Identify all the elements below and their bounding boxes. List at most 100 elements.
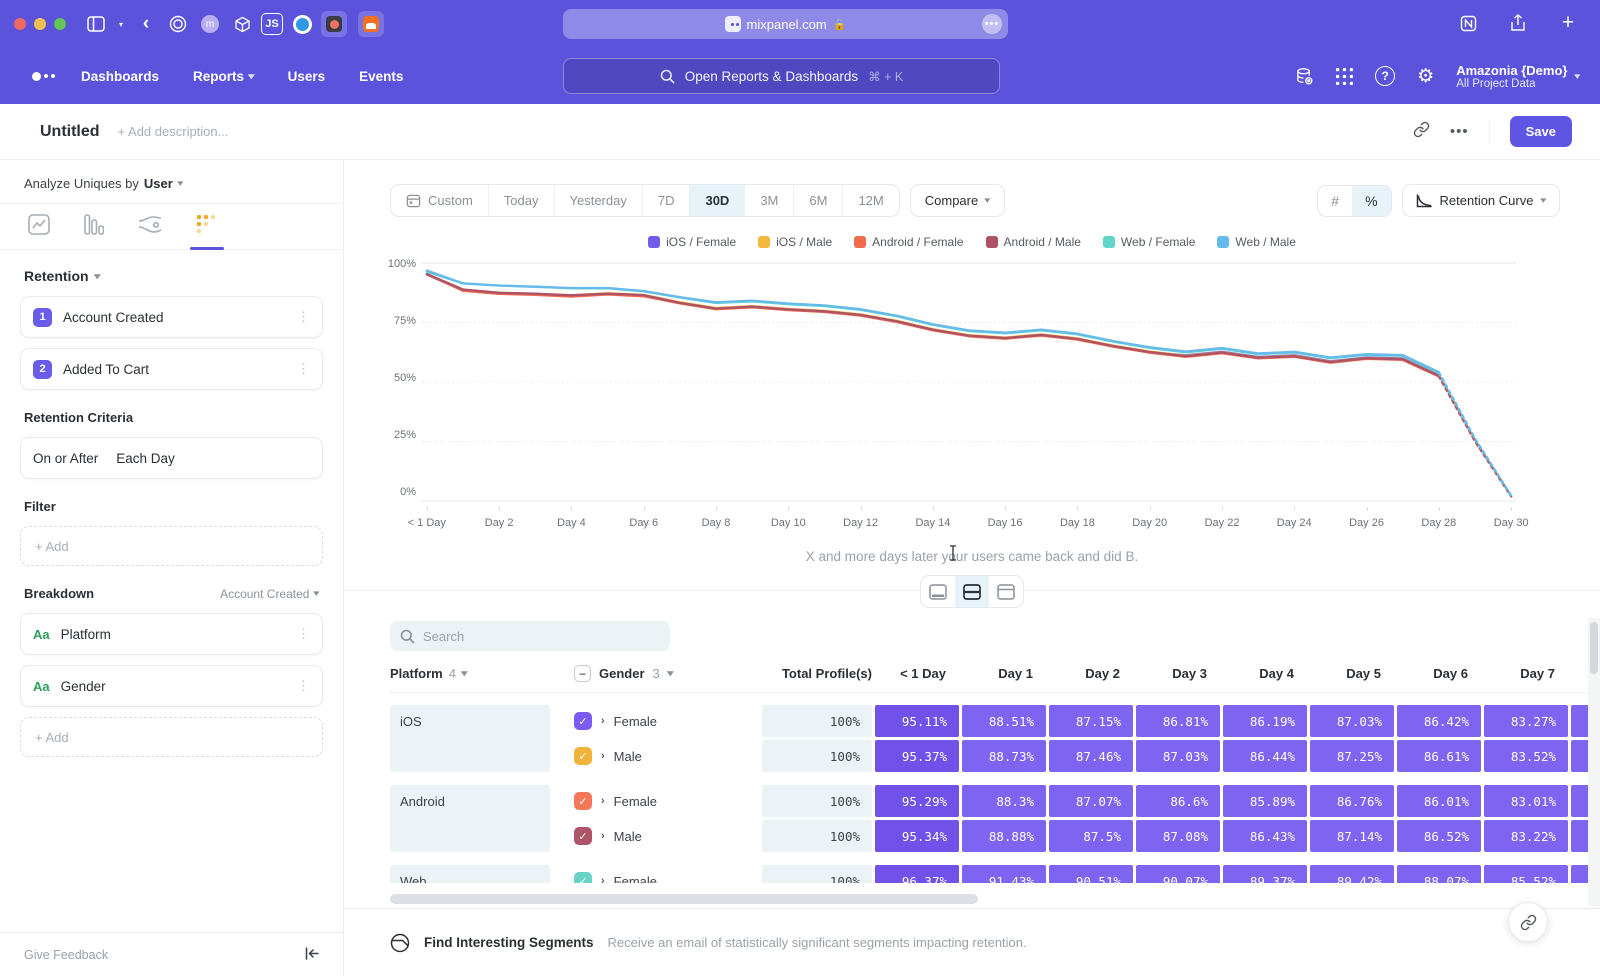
step-menu-icon[interactable]: ⋮	[297, 361, 310, 377]
retention-value-cell[interactable]: 87.15%	[1049, 705, 1133, 737]
vertical-scrollbar-track[interactable]	[1588, 618, 1600, 906]
retention-value-cell[interactable]: 86.76%	[1310, 785, 1394, 817]
split-view-icon[interactable]	[955, 576, 989, 607]
unit-number-toggle[interactable]: #	[1318, 186, 1352, 216]
retention-value-cell[interactable]: 87.08%	[1136, 820, 1220, 852]
breakdown-platform[interactable]: Aa Platform ⋮	[20, 613, 323, 655]
retention-value-cell[interactable]: 90.07%	[1136, 865, 1220, 883]
retention-value-cell[interactable]: 86.42%	[1397, 705, 1481, 737]
tab-funnels[interactable]	[84, 214, 104, 249]
range-30d[interactable]: 30D	[690, 185, 745, 216]
save-button[interactable]: Save	[1510, 116, 1572, 147]
settings-gear-icon[interactable]: ⚙	[1417, 65, 1434, 88]
breakdown-gender[interactable]: Aa Gender ⋮	[20, 665, 323, 707]
extension-icon-js[interactable]: JS	[261, 13, 283, 35]
retention-value-cell[interactable]: 95.11%	[875, 705, 959, 737]
retention-value-cell[interactable]: 83.01%	[1484, 785, 1568, 817]
day-column-header[interactable]: Day 2	[1049, 666, 1133, 681]
add-breakdown-button[interactable]: + Add	[20, 717, 323, 757]
retention-value-cell[interactable]: 89.42%	[1310, 865, 1394, 883]
platform-cell[interactable]: Android	[390, 785, 550, 852]
retention-value-cell[interactable]: 86.61%	[1397, 740, 1481, 772]
legend-item[interactable]: iOS / Female	[648, 235, 736, 249]
segments-title[interactable]: Find Interesting Segments	[424, 935, 594, 950]
copy-link-icon[interactable]	[1413, 121, 1430, 143]
project-switcher[interactable]: Amazonia {Demo} All Project Data ▾	[1456, 63, 1580, 90]
range-6m[interactable]: 6M	[794, 185, 843, 216]
legend-item[interactable]: iOS / Male	[758, 235, 832, 249]
extension-icon-1[interactable]	[165, 11, 191, 37]
series-checkbox[interactable]: ✓	[574, 792, 592, 810]
legend-item[interactable]: Android / Male	[986, 235, 1081, 249]
gender-cell[interactable]: ✓›Male	[574, 820, 754, 852]
retention-value-cell[interactable]: 83.52%	[1484, 740, 1568, 772]
retention-value-cell[interactable]: 90.51%	[1049, 865, 1133, 883]
gender-cell[interactable]: ✓›Female	[574, 705, 754, 737]
legend-item[interactable]: Android / Female	[854, 235, 963, 249]
nav-events[interactable]: Events	[359, 69, 403, 84]
tab-retention[interactable]	[196, 214, 218, 249]
platform-cell[interactable]: Web	[390, 865, 550, 883]
day-column-header[interactable]: Day 7	[1484, 666, 1568, 681]
notion-icon[interactable]	[1455, 10, 1481, 36]
expand-chevron-icon[interactable]: ›	[601, 795, 605, 807]
series-checkbox[interactable]: ✓	[574, 872, 592, 883]
mixpanel-logo[interactable]	[32, 72, 55, 81]
retention-section-header[interactable]: Retention▾	[20, 268, 323, 284]
close-window-button[interactable]	[14, 18, 26, 30]
extension-icon-4[interactable]	[289, 11, 315, 37]
legend-item[interactable]: Web / Male	[1217, 235, 1295, 249]
retention-criteria-card[interactable]: On or After Each Day	[20, 437, 323, 479]
table-search[interactable]	[390, 621, 670, 651]
tab-flows[interactable]	[138, 215, 162, 249]
expand-chevron-icon[interactable]: ›	[601, 875, 605, 883]
retention-value-cell[interactable]: 85.89%	[1223, 785, 1307, 817]
retention-value-cell[interactable]: 95.34%	[875, 820, 959, 852]
nav-reports[interactable]: Reports▾	[193, 69, 254, 84]
retention-value-cell[interactable]: 96.37%	[875, 865, 959, 883]
sidebar-chevron-icon[interactable]: ▾	[115, 11, 127, 37]
report-title[interactable]: Untitled	[40, 123, 100, 141]
retention-value-cell[interactable]: 95.37%	[875, 740, 959, 772]
collapse-sidebar-icon[interactable]	[305, 947, 319, 963]
retention-value-cell[interactable]: 87.03%	[1310, 705, 1394, 737]
retention-value-cell[interactable]: 83.22%	[1484, 820, 1568, 852]
retention-value-cell[interactable]: 88.51%	[962, 705, 1046, 737]
day-column-header[interactable]: Day 4	[1223, 666, 1307, 681]
unit-percent-toggle[interactable]: %	[1352, 186, 1390, 216]
retention-value-cell[interactable]: 83.27%	[1484, 705, 1568, 737]
expand-chevron-icon[interactable]: ›	[601, 715, 605, 727]
back-button-icon[interactable]: ‹	[133, 11, 159, 37]
retention-value-cell[interactable]: 87.5%	[1049, 820, 1133, 852]
table-search-input[interactable]	[423, 629, 643, 644]
retention-value-cell[interactable]: 86.6%	[1136, 785, 1220, 817]
retention-value-cell[interactable]: 87.07%	[1049, 785, 1133, 817]
breakdown-menu-icon[interactable]: ⋮	[297, 626, 310, 642]
retention-value-cell[interactable]: 86.19%	[1223, 705, 1307, 737]
table-only-view-icon[interactable]	[989, 576, 1023, 607]
tab-insights[interactable]	[28, 214, 50, 249]
retention-value-cell[interactable]: 89.37%	[1223, 865, 1307, 883]
retention-value-cell[interactable]: 88.3%	[962, 785, 1046, 817]
extension-icon-3[interactable]	[229, 11, 255, 37]
horizontal-scrollbar[interactable]	[390, 894, 978, 904]
plot-area[interactable]: < 1 DayDay 2Day 4Day 6Day 8Day 10Day 12D…	[422, 257, 1516, 533]
retention-value-cell[interactable]: 91.43%	[962, 865, 1046, 883]
pinned-tab-icon-1[interactable]	[321, 11, 347, 37]
gender-cell[interactable]: ✓›Female	[574, 785, 754, 817]
range-12m[interactable]: 12M	[843, 185, 898, 216]
day-column-header[interactable]: Day 6	[1397, 666, 1481, 681]
day-column-header[interactable]: Day 1	[962, 666, 1046, 681]
gender-column-header[interactable]: − Gender3▾	[574, 665, 754, 682]
extensions-badge-icon[interactable]: •••	[982, 14, 1002, 34]
retention-value-cell[interactable]: 95.29%	[875, 785, 959, 817]
chart-only-view-icon[interactable]	[921, 576, 955, 607]
more-options-icon[interactable]: •••	[1450, 123, 1469, 140]
criteria-mode[interactable]: On or After	[33, 451, 98, 466]
browser-sidebar-toggle-icon[interactable]	[83, 11, 109, 37]
total-profiles-header[interactable]: Total Profile(s)	[762, 666, 872, 681]
range-7d[interactable]: 7D	[643, 185, 691, 216]
analyze-value-dropdown[interactable]: User	[144, 176, 173, 191]
retention-value-cell[interactable]: 87.46%	[1049, 740, 1133, 772]
breakdown-scope-dropdown[interactable]: Account Created▾	[220, 587, 319, 601]
